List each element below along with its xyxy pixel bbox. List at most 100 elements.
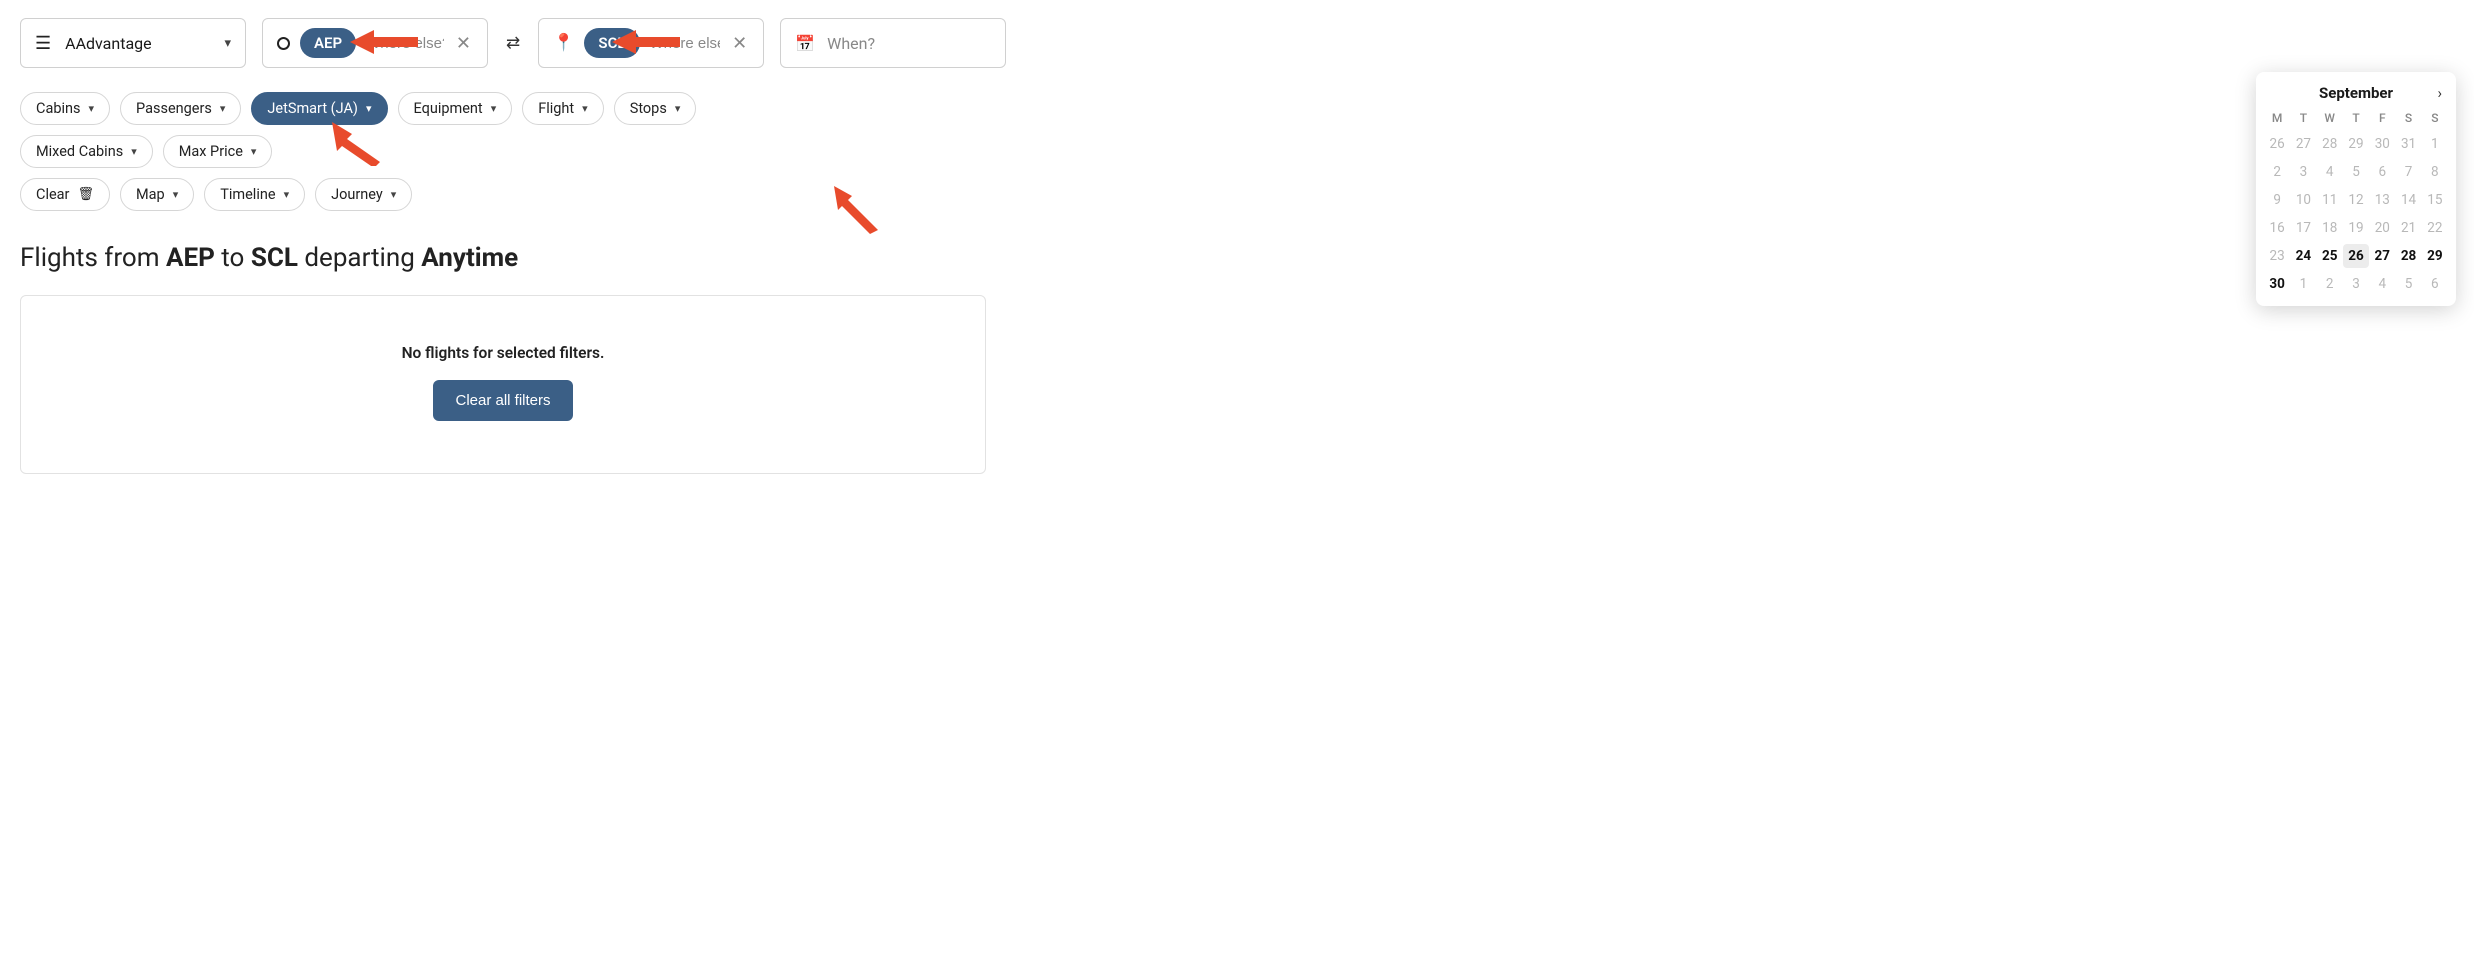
calendar-day[interactable]: 28: [2317, 132, 2343, 156]
filter-label: Mixed Cabins: [36, 143, 123, 160]
chevron-down-icon: ▾: [491, 102, 497, 115]
calendar-day[interactable]: 6: [2422, 272, 2448, 296]
calendar-day[interactable]: 30: [2369, 132, 2395, 156]
calendar-day[interactable]: 10: [2290, 188, 2316, 212]
filter-label: Flight: [538, 100, 574, 117]
calendar-popover: September › MTWTFSS262728293031123456789…: [2256, 72, 2456, 306]
filter-pill-jetsmart-ja-[interactable]: JetSmart (JA)▾: [251, 92, 387, 125]
calendar-day[interactable]: 1: [2422, 132, 2448, 156]
calendar-day[interactable]: 29: [2343, 132, 2369, 156]
calendar-dow: S: [2395, 108, 2421, 128]
calendar-day[interactable]: 12: [2343, 188, 2369, 212]
calendar-day[interactable]: 29: [2422, 244, 2448, 268]
menu-icon: ☰: [35, 33, 51, 54]
calendar-dow: M: [2264, 108, 2290, 128]
program-label: AAdvantage: [65, 34, 151, 53]
origin-input[interactable]: [366, 35, 444, 52]
filter-pill-clear[interactable]: Clear🗑: [20, 178, 110, 211]
calendar-day[interactable]: 25: [2317, 244, 2343, 268]
calendar-day[interactable]: 4: [2369, 272, 2395, 296]
search-bar: ☰ AAdvantage ▾ AEP ✕ ⇄ 📍 SCL ✕ 📅 When?: [20, 18, 2454, 68]
calendar-day[interactable]: 3: [2290, 160, 2316, 184]
calendar-dow: F: [2369, 108, 2395, 128]
chevron-down-icon: ▾: [220, 102, 226, 115]
filter-label: Max Price: [179, 143, 243, 160]
swap-icon[interactable]: ⇄: [504, 33, 522, 53]
results-heading: Flights from AEP to SCL departing Anytim…: [20, 243, 2454, 273]
calendar-day[interactable]: 23: [2264, 244, 2290, 268]
calendar-next-icon[interactable]: ›: [2437, 84, 2442, 102]
calendar-day[interactable]: 26: [2343, 244, 2369, 268]
calendar-day[interactable]: 22: [2422, 216, 2448, 240]
calendar-day[interactable]: 16: [2264, 216, 2290, 240]
filter-pill-stops[interactable]: Stops ▾: [614, 92, 697, 125]
calendar-day[interactable]: 4: [2317, 160, 2343, 184]
destination-input[interactable]: [650, 35, 721, 52]
calendar-day[interactable]: 18: [2317, 216, 2343, 240]
calendar-day[interactable]: 27: [2290, 132, 2316, 156]
calendar-day[interactable]: 30: [2264, 272, 2290, 296]
calendar-day[interactable]: 5: [2395, 272, 2421, 296]
origin-airport-pill[interactable]: AEP: [300, 28, 356, 58]
calendar-day[interactable]: 31: [2395, 132, 2421, 156]
when-label: When?: [827, 34, 875, 53]
chevron-down-icon: ▾: [131, 145, 137, 158]
filter-pill-map[interactable]: Map ▾: [120, 178, 194, 211]
calendar-dow: S: [2422, 108, 2448, 128]
calendar-day[interactable]: 13: [2369, 188, 2395, 212]
destination-airport-pill[interactable]: SCL: [584, 28, 639, 58]
calendar-day[interactable]: 11: [2317, 188, 2343, 212]
filter-pill-flight[interactable]: Flight ▾: [522, 92, 603, 125]
origin-clear-icon[interactable]: ✕: [454, 33, 473, 54]
filter-label: Map: [136, 186, 165, 203]
calendar-day[interactable]: 5: [2343, 160, 2369, 184]
calendar-day[interactable]: 20: [2369, 216, 2395, 240]
calendar-day[interactable]: 24: [2290, 244, 2316, 268]
filter-pill-equipment[interactable]: Equipment▾: [398, 92, 513, 125]
calendar-day[interactable]: 2: [2317, 272, 2343, 296]
filter-label: Passengers: [136, 100, 212, 117]
chevron-down-icon: ▾: [675, 102, 681, 115]
calendar-dow: W: [2317, 108, 2343, 128]
calendar-day[interactable]: 2: [2264, 160, 2290, 184]
chevron-down-icon: ▾: [391, 188, 397, 201]
calendar-dow: T: [2343, 108, 2369, 128]
destination-pin-icon: 📍: [553, 33, 574, 53]
filter-pill-mixed-cabins[interactable]: Mixed Cabins ▾: [20, 135, 153, 168]
calendar-dow: T: [2290, 108, 2316, 128]
calendar-day[interactable]: 19: [2343, 216, 2369, 240]
calendar-day[interactable]: 26: [2264, 132, 2290, 156]
filter-pill-passengers[interactable]: Passengers ▾: [120, 92, 241, 125]
calendar-day[interactable]: 6: [2369, 160, 2395, 184]
origin-box[interactable]: AEP ✕: [262, 18, 488, 68]
calendar-day[interactable]: 8: [2422, 160, 2448, 184]
calendar-day[interactable]: 14: [2395, 188, 2421, 212]
program-select[interactable]: ☰ AAdvantage ▾: [20, 18, 246, 68]
chevron-down-icon: ▾: [173, 188, 179, 201]
filter-pill-max-price[interactable]: Max Price▾: [163, 135, 273, 168]
chevron-down-icon: ▾: [284, 188, 290, 201]
calendar-day[interactable]: 7: [2395, 160, 2421, 184]
trash-icon: 🗑: [77, 187, 94, 202]
when-box[interactable]: 📅 When?: [780, 18, 1006, 68]
destination-box[interactable]: 📍 SCL ✕: [538, 18, 764, 68]
clear-all-filters-button[interactable]: Clear all filters: [433, 380, 572, 421]
filter-label: Stops: [630, 100, 667, 117]
calendar-day[interactable]: 17: [2290, 216, 2316, 240]
chevron-down-icon: ▾: [88, 102, 94, 115]
empty-message: No flights for selected filters.: [41, 344, 965, 362]
filter-pill-journey[interactable]: Journey▾: [315, 178, 412, 211]
calendar-day[interactable]: 21: [2395, 216, 2421, 240]
calendar-day[interactable]: 3: [2343, 272, 2369, 296]
calendar-day[interactable]: 27: [2369, 244, 2395, 268]
filter-pill-timeline[interactable]: Timeline▾: [204, 178, 305, 211]
calendar-day[interactable]: 1: [2290, 272, 2316, 296]
calendar-day[interactable]: 15: [2422, 188, 2448, 212]
filters-row-1: Cabins▾ Passengers ▾ JetSmart (JA)▾ Equipmen…: [20, 92, 810, 168]
calendar-day[interactable]: 9: [2264, 188, 2290, 212]
filter-pill-cabins[interactable]: Cabins▾: [20, 92, 110, 125]
results-panel: No flights for selected filters. Clear a…: [20, 295, 986, 474]
chevron-down-icon: ▾: [582, 102, 588, 115]
destination-clear-icon[interactable]: ✕: [730, 33, 749, 54]
calendar-day[interactable]: 28: [2395, 244, 2421, 268]
